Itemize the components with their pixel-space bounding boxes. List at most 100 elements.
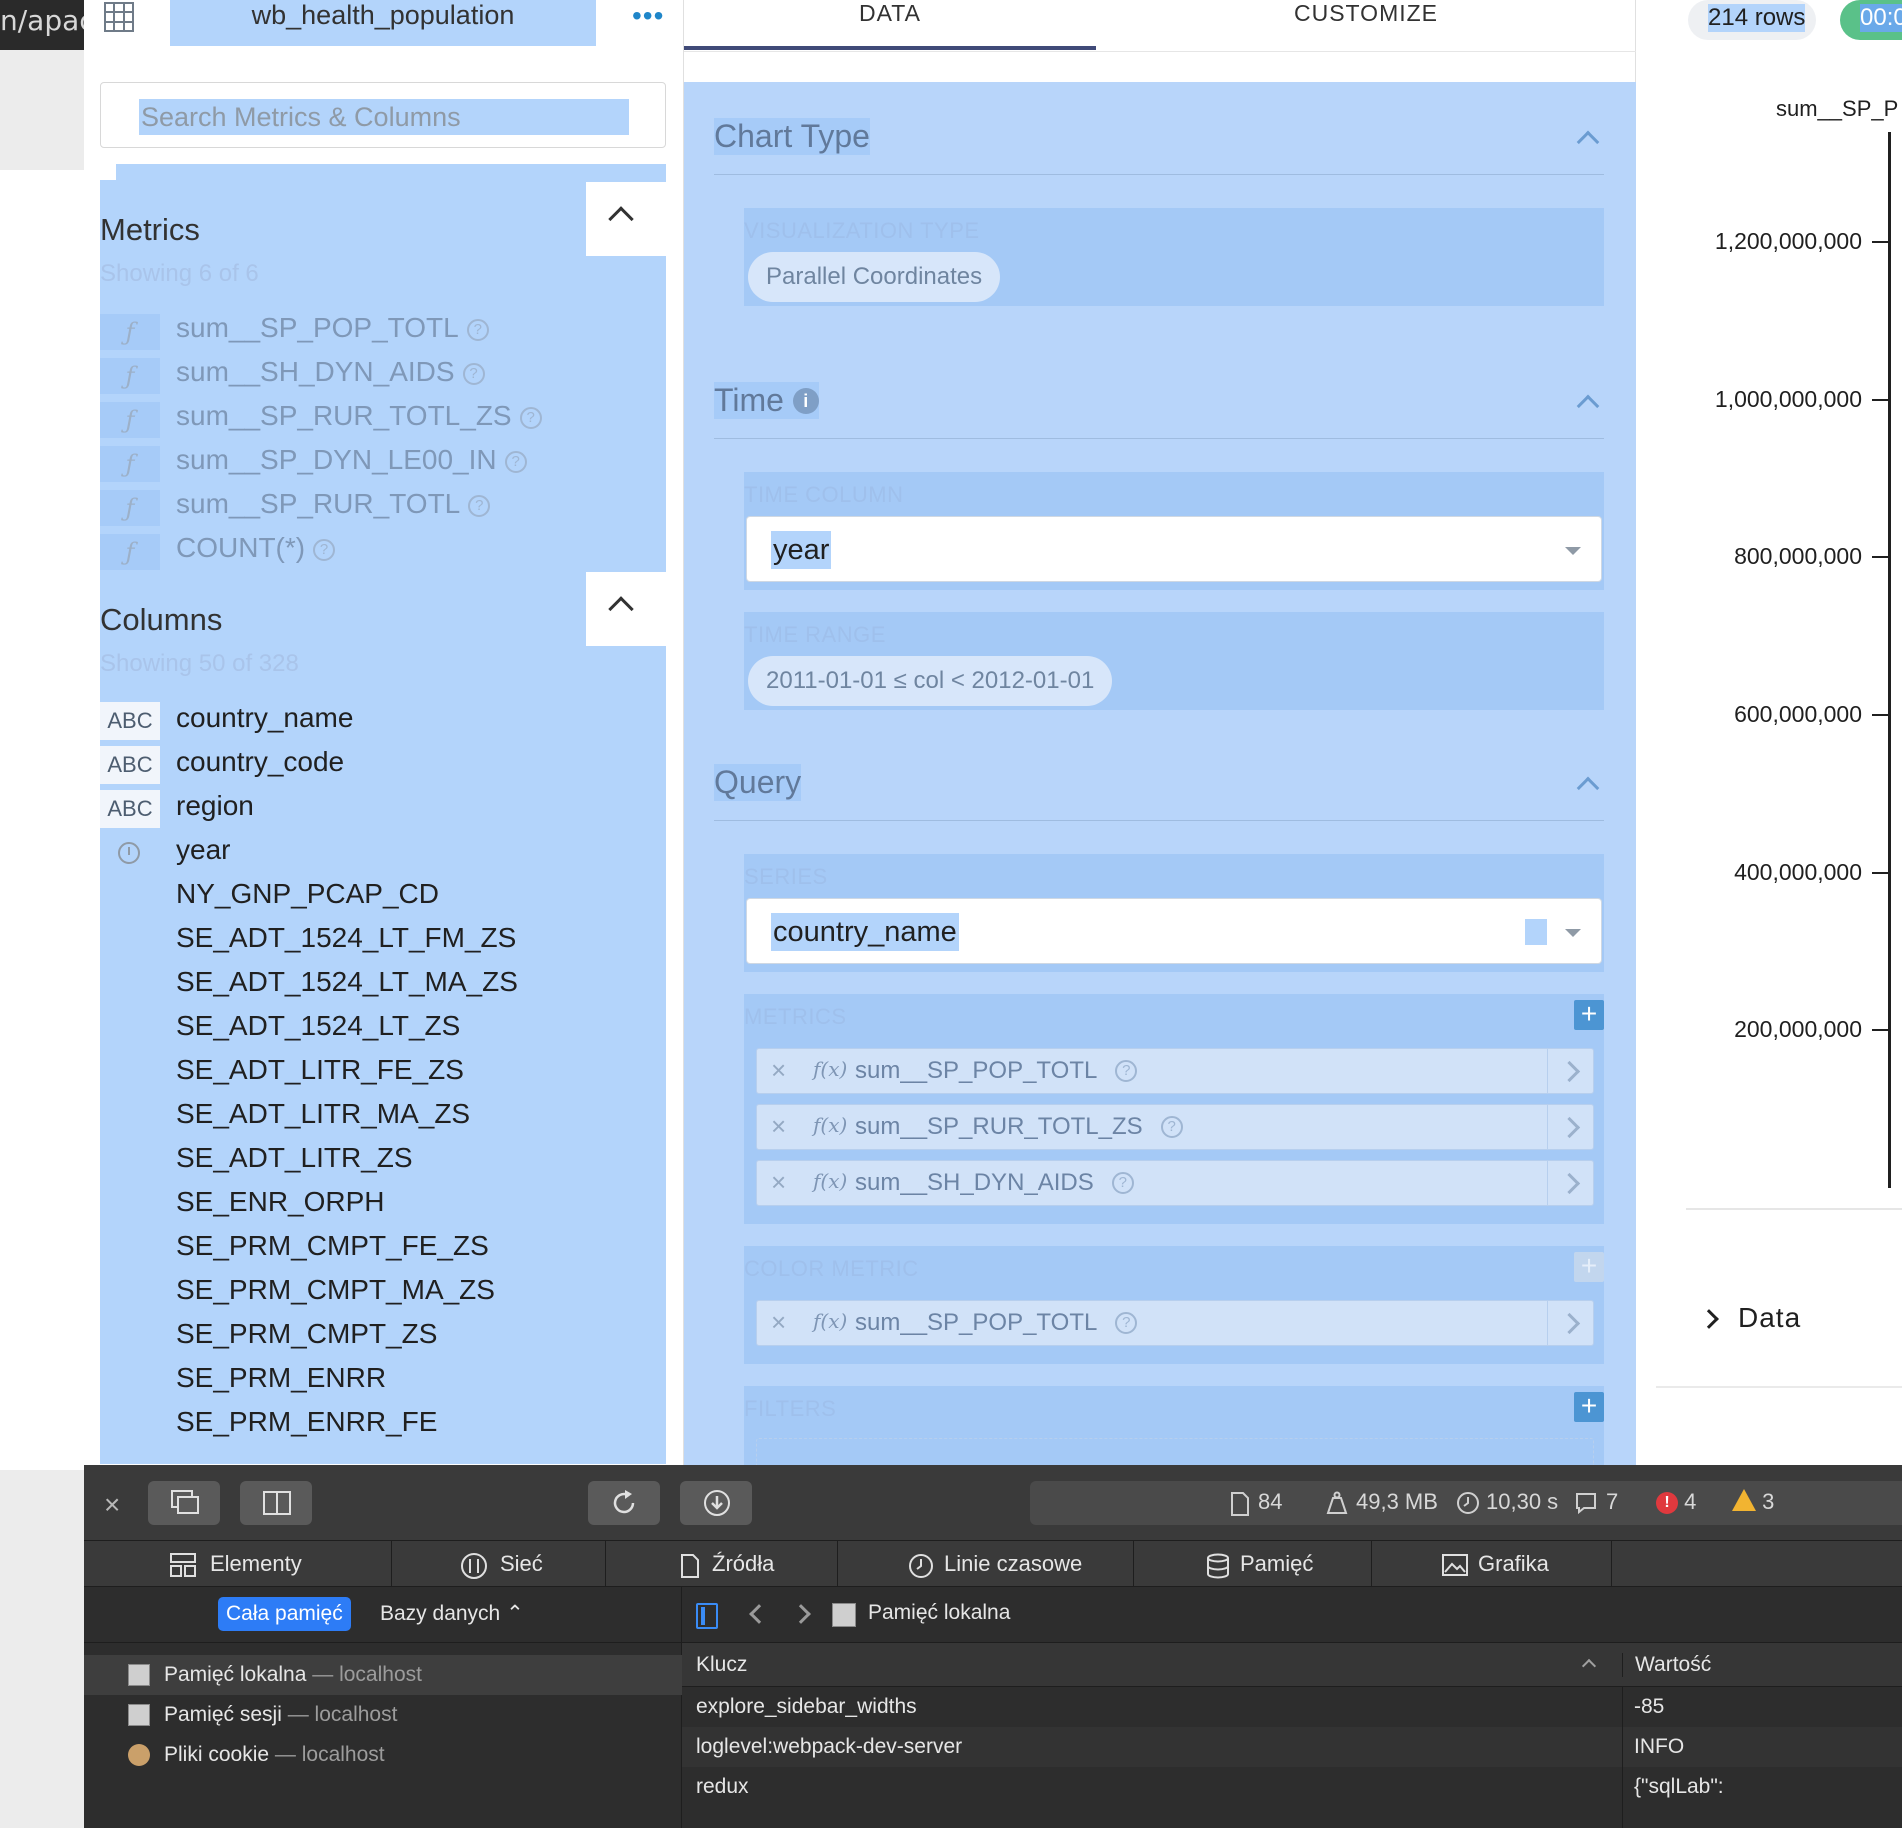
add-filter-icon[interactable]: + xyxy=(1574,1392,1604,1422)
key-column-header[interactable]: Klucz xyxy=(696,1653,747,1677)
devtools-status-bar: 84 49,3 MB 10,30 s 7 ! 4 3 xyxy=(1030,1481,1902,1525)
storage-icon xyxy=(1207,1553,1229,1579)
add-metric-icon[interactable]: + xyxy=(1574,1000,1604,1030)
add-color-metric-icon[interactable]: + xyxy=(1574,1252,1604,1282)
add-filter-dropzone[interactable] xyxy=(756,1438,1594,1465)
columns-collapse-button[interactable] xyxy=(586,572,666,646)
undock-button[interactable] xyxy=(148,1481,220,1525)
value-column-header[interactable]: Wartość xyxy=(1622,1653,1902,1677)
tab-timelines[interactable]: Linie czasowe xyxy=(838,1541,1134,1587)
help-icon[interactable]: ? xyxy=(1160,1116,1183,1138)
data-toggle-button[interactable]: Data xyxy=(1692,1300,1902,1344)
chevron-right-icon[interactable] xyxy=(1547,1105,1593,1149)
storage-item-cookies[interactable]: Pliki cookie — localhost xyxy=(84,1735,682,1775)
warning-count[interactable]: 3 xyxy=(1732,1489,1774,1515)
datasource-name[interactable]: wb_health_population xyxy=(170,0,596,46)
tab-graphics[interactable]: Grafika xyxy=(1372,1541,1612,1587)
log-count[interactable]: 7 xyxy=(1606,1489,1618,1515)
dock-side-button[interactable] xyxy=(240,1481,312,1525)
help-icon[interactable]: ? xyxy=(313,539,336,561)
resource-count[interactable]: 84 xyxy=(1258,1489,1282,1515)
forward-icon[interactable] xyxy=(791,1604,811,1624)
metric-chip[interactable]: × f(x) sum__SP_RUR_TOTL_ZS? xyxy=(756,1104,1594,1150)
time-range-pill[interactable]: 2011-01-01 ≤ col < 2012-01-01 xyxy=(748,656,1113,706)
metric-chip[interactable]: × f(x) sum__SH_DYN_AIDS? xyxy=(756,1160,1594,1206)
y-axis-line xyxy=(1888,132,1891,1188)
download-button[interactable] xyxy=(680,1481,752,1525)
storage-item-session[interactable]: Pamięć sesji — localhost xyxy=(84,1695,682,1735)
column-label: SE_PRM_CMPT_FE_ZS xyxy=(176,1230,489,1261)
series-select[interactable]: country_name xyxy=(746,898,1602,964)
time-title[interactable]: Time i xyxy=(714,382,819,419)
back-icon[interactable] xyxy=(749,1604,769,1624)
scope-all-storage[interactable]: Cała pamięć xyxy=(218,1597,351,1631)
metrics-collapse-button[interactable] xyxy=(586,182,666,256)
help-icon[interactable]: ? xyxy=(468,495,491,517)
function-icon: ƒ xyxy=(100,446,160,482)
sidebar-toggle-icon[interactable] xyxy=(696,1603,718,1629)
help-icon[interactable]: ? xyxy=(466,319,489,341)
remove-icon[interactable]: × xyxy=(771,1111,786,1142)
storage-item-local[interactable]: Pamięć lokalna — localhost xyxy=(84,1655,682,1695)
chevron-right-icon[interactable] xyxy=(1547,1301,1593,1345)
query-title[interactable]: Query xyxy=(714,764,802,801)
tab-network[interactable]: Sieć xyxy=(392,1541,606,1587)
remove-icon[interactable]: × xyxy=(771,1055,786,1086)
time-column-select[interactable]: year xyxy=(746,516,1602,582)
help-icon[interactable]: ? xyxy=(1115,1060,1138,1082)
reload-button[interactable] xyxy=(588,1481,660,1525)
metric-label: sum__SP_DYN_LE00_IN? xyxy=(176,444,527,476)
datasource-menu-icon[interactable]: ••• xyxy=(632,0,664,32)
column-label: year xyxy=(176,834,231,865)
color-metric-chip[interactable]: × f(x) sum__SP_POP_TOTL? xyxy=(756,1300,1594,1346)
error-icon: ! xyxy=(1656,1492,1678,1514)
y-tick-label: 1,000,000,000 xyxy=(1714,385,1862,412)
help-icon[interactable]: ? xyxy=(462,363,485,385)
fx-icon: f(x) xyxy=(813,1057,848,1081)
table-row[interactable]: redux {"sqlLab": xyxy=(682,1767,1902,1807)
help-icon[interactable]: ? xyxy=(504,451,527,473)
table-row[interactable]: loglevel:webpack-dev-server INFO xyxy=(682,1727,1902,1767)
storage-scope-bar: Cała pamięć Bazy danych ⌃ xyxy=(84,1587,682,1643)
viz-type-select[interactable]: Parallel Coordinates xyxy=(748,252,1001,302)
remove-icon[interactable]: × xyxy=(771,1167,786,1198)
caret-down-icon xyxy=(1565,929,1581,937)
data-toggle-label: Data xyxy=(1738,1302,1802,1333)
chart-type-title[interactable]: Chart Type xyxy=(714,118,870,155)
column-label: SE_PRM_CMPT_MA_ZS xyxy=(176,1274,495,1305)
tab-customize[interactable]: CUSTOMIZE xyxy=(1096,0,1636,52)
column-label: country_name xyxy=(176,702,354,733)
help-icon[interactable]: ? xyxy=(519,407,542,429)
column-label: SE_ADT_1524_LT_FM_ZS xyxy=(176,922,517,953)
chevron-right-icon[interactable] xyxy=(1547,1161,1593,1205)
table-row[interactable]: explore_sidebar_widths -85 xyxy=(682,1687,1902,1727)
remove-icon[interactable]: × xyxy=(771,1307,786,1338)
info-icon[interactable]: i xyxy=(792,388,819,414)
metric-chip-label: sum__SH_DYN_AIDS? xyxy=(855,1169,1134,1197)
resource-size[interactable]: 49,3 MB xyxy=(1356,1489,1438,1515)
chevron-right-icon[interactable] xyxy=(1547,1049,1593,1093)
scope-databases[interactable]: Bazy danych ⌃ xyxy=(380,1597,524,1631)
chevron-up-icon xyxy=(608,596,634,622)
clear-icon[interactable] xyxy=(1525,919,1547,945)
search-input[interactable]: Search Metrics & Columns xyxy=(100,82,666,148)
metric-chip[interactable]: × f(x) sum__SP_POP_TOTL? xyxy=(756,1048,1594,1094)
load-time[interactable]: 10,30 s xyxy=(1486,1489,1558,1515)
close-icon[interactable]: × xyxy=(104,1489,120,1521)
y-tick-mark xyxy=(1872,871,1888,874)
error-count[interactable]: ! 4 xyxy=(1656,1489,1696,1515)
tab-data[interactable]: DATA xyxy=(684,0,1096,52)
tab-elements[interactable]: Elementy xyxy=(84,1541,392,1587)
warning-icon xyxy=(1732,1489,1756,1511)
tab-storage[interactable]: Pamięć xyxy=(1134,1541,1372,1587)
string-type-icon: ABC xyxy=(100,702,160,740)
column-label: country_code xyxy=(176,746,345,777)
help-icon[interactable]: ? xyxy=(1111,1172,1134,1194)
metric-label: sum__SH_DYN_AIDS? xyxy=(176,356,485,388)
section-divider xyxy=(714,438,1604,439)
console-log-icon xyxy=(1576,1493,1596,1515)
tab-sources[interactable]: Źródła xyxy=(606,1541,838,1587)
y-tick-label: 800,000,000 xyxy=(1734,543,1862,570)
help-icon[interactable]: ? xyxy=(1115,1312,1138,1334)
storage-table-header: Klucz Wartość xyxy=(682,1643,1902,1687)
